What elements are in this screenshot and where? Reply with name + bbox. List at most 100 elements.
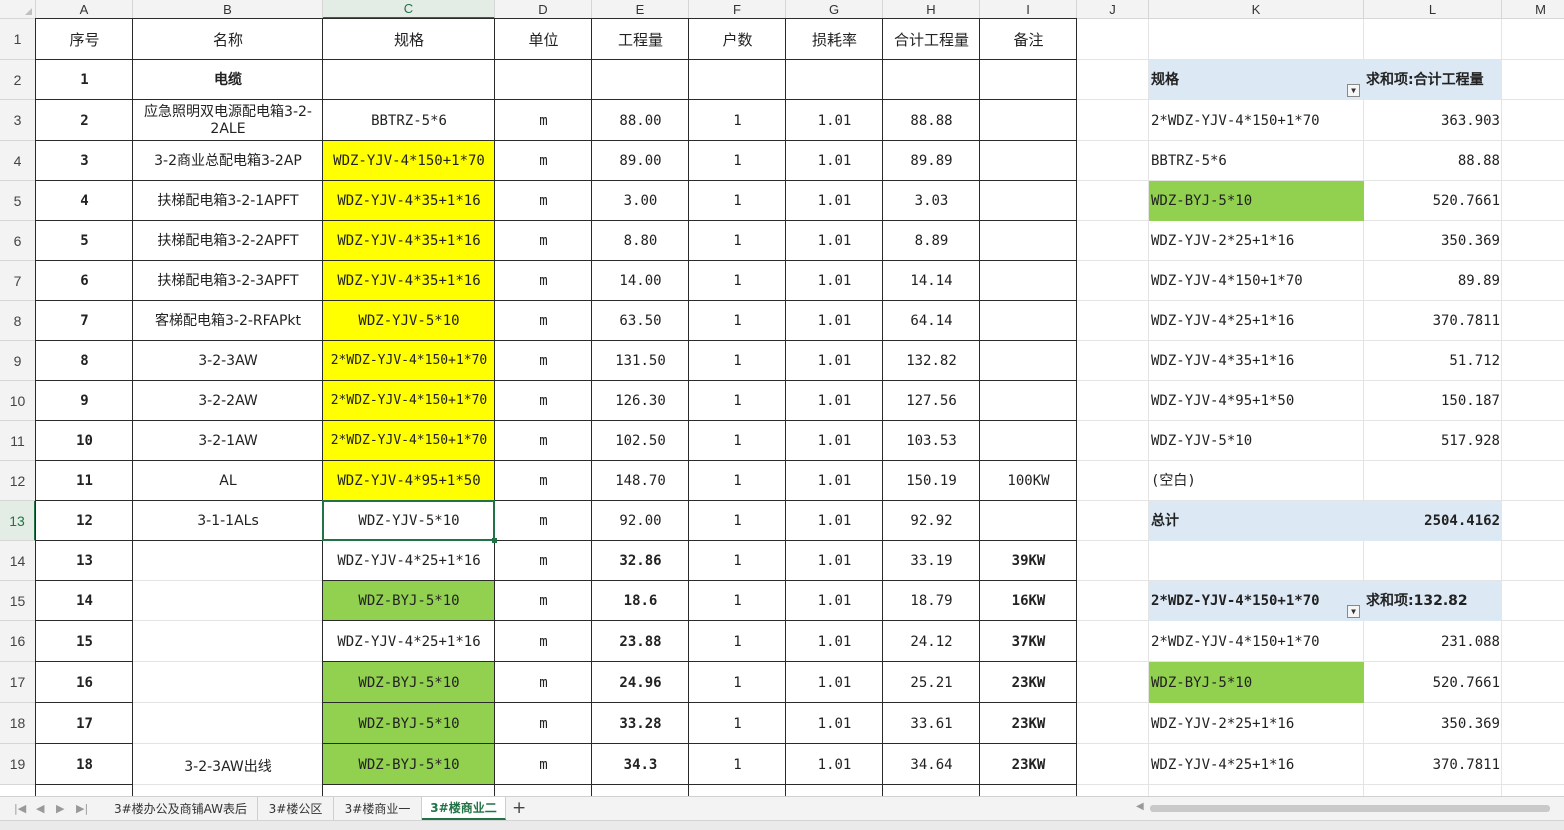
pivot1-spec[interactable]: BBTRZ-5*6 xyxy=(1149,141,1364,181)
cell-d4[interactable]: m xyxy=(495,141,592,181)
filter-dropdown-icon[interactable]: ▼ xyxy=(1347,605,1360,618)
cell-g18[interactable]: 1.01 xyxy=(786,703,883,744)
cell-i19[interactable]: 23KW xyxy=(980,744,1077,785)
cell-f4[interactable]: 1 xyxy=(689,141,786,181)
cell-g1[interactable]: 损耗率 xyxy=(786,19,883,60)
pivot1-total-label[interactable]: 总计 xyxy=(1149,501,1364,541)
pivot2-value[interactable]: 350.369 xyxy=(1364,703,1502,744)
pivot1-value[interactable]: 363.903 xyxy=(1364,100,1502,141)
cell-b2[interactable]: 电缆 xyxy=(133,60,323,100)
cell-d14[interactable]: m xyxy=(495,541,592,581)
row-header-2[interactable]: 2 xyxy=(0,60,36,100)
cell-d15[interactable]: m xyxy=(495,581,592,621)
cell-h11[interactable]: 103.53 xyxy=(883,421,980,461)
cell-d6[interactable]: m xyxy=(495,221,592,261)
pivot2-spec[interactable]: WDZ-BYJ-5*10 xyxy=(1149,662,1364,703)
cell-h3[interactable]: 88.88 xyxy=(883,100,980,141)
pivot2-spec[interactable]: WDZ-YJV-2*25+1*16 xyxy=(1149,703,1364,744)
cell-b4[interactable]: 3-2商业总配电箱3-2AP xyxy=(133,141,323,181)
cell-f13[interactable]: 1 xyxy=(689,501,786,541)
row-header-16[interactable]: 16 xyxy=(0,621,36,662)
column-header-e[interactable]: E xyxy=(592,0,689,19)
column-header-l[interactable]: L xyxy=(1364,0,1502,19)
cell-c10[interactable]: 2*WDZ-YJV-4*150+1*70 xyxy=(323,381,495,421)
cell-b3[interactable]: 应急照明双电源配电箱3-2-2ALE xyxy=(133,100,323,141)
cell-a17[interactable]: 16 xyxy=(36,662,133,703)
pivot1-spec[interactable]: WDZ-YJV-4*95+1*50 xyxy=(1149,381,1364,421)
sheet-tab-office[interactable]: 3#楼办公及商铺AW表后 xyxy=(104,797,258,820)
cell-e5[interactable]: 3.00 xyxy=(592,181,689,221)
cell-e16[interactable]: 23.88 xyxy=(592,621,689,662)
column-header-c[interactable]: C xyxy=(323,0,495,19)
cell-e7[interactable]: 14.00 xyxy=(592,261,689,301)
pivot2-header-spec[interactable]: 2*WDZ-YJV-4*150+1*70 xyxy=(1149,581,1364,621)
pivot1-value[interactable]: 88.88 xyxy=(1364,141,1502,181)
pivot1-spec[interactable]: WDZ-YJV-5*10 xyxy=(1149,421,1364,461)
cell-i14[interactable]: 39KW xyxy=(980,541,1077,581)
cell-b6[interactable]: 扶梯配电箱3-2-2APFT xyxy=(133,221,323,261)
column-header-g[interactable]: G xyxy=(786,0,883,19)
cell-a18[interactable]: 17 xyxy=(36,703,133,744)
cell-e6[interactable]: 8.80 xyxy=(592,221,689,261)
cell-g4[interactable]: 1.01 xyxy=(786,141,883,181)
cell-a7[interactable]: 6 xyxy=(36,261,133,301)
cell-e18[interactable]: 33.28 xyxy=(592,703,689,744)
cell-e8[interactable]: 63.50 xyxy=(592,301,689,341)
cell-h4[interactable]: 89.89 xyxy=(883,141,980,181)
cell-f7[interactable]: 1 xyxy=(689,261,786,301)
cell-a12[interactable]: 11 xyxy=(36,461,133,501)
cell-d7[interactable]: m xyxy=(495,261,592,301)
cell-e1[interactable]: 工程量 xyxy=(592,19,689,60)
cell-i2[interactable] xyxy=(980,60,1077,100)
cell-f19[interactable]: 1 xyxy=(689,744,786,785)
cell-i4[interactable] xyxy=(980,141,1077,181)
cell-f12[interactable]: 1 xyxy=(689,461,786,501)
cell-f8[interactable]: 1 xyxy=(689,301,786,341)
row-header-3[interactable]: 3 xyxy=(0,100,36,141)
cell-a10[interactable]: 9 xyxy=(36,381,133,421)
pivot1-value[interactable]: 517.928 xyxy=(1364,421,1502,461)
pivot2-spec[interactable]: 2*WDZ-YJV-4*150+1*70 xyxy=(1149,621,1364,662)
cell-c15[interactable]: WDZ-BYJ-5*10 xyxy=(323,581,495,621)
cell-d11[interactable]: m xyxy=(495,421,592,461)
cell-h6[interactable]: 8.89 xyxy=(883,221,980,261)
cell-h1[interactable]: 合计工程量 xyxy=(883,19,980,60)
cell-c8[interactable]: WDZ-YJV-5*10 xyxy=(323,301,495,341)
cell-i18[interactable]: 23KW xyxy=(980,703,1077,744)
cell-i17[interactable]: 23KW xyxy=(980,662,1077,703)
cell-c18[interactable]: WDZ-BYJ-5*10 xyxy=(323,703,495,744)
cell-h10[interactable]: 127.56 xyxy=(883,381,980,421)
cell-d5[interactable]: m xyxy=(495,181,592,221)
select-all-corner[interactable] xyxy=(0,0,36,19)
cell-c12[interactable]: WDZ-YJV-4*95+1*50 xyxy=(323,461,495,501)
cell-e19[interactable]: 34.3 xyxy=(592,744,689,785)
pivot1-value[interactable]: 51.712 xyxy=(1364,341,1502,381)
prev-sheet-icon[interactable]: ◀ xyxy=(36,802,44,815)
spreadsheet-grid[interactable]: A B C D E F G H I J K L M 1 2 3 4 5 6 7 8 9 10 11 12 13 14 15 16 17 18… xyxy=(0,0,1564,796)
cell-d16[interactable]: m xyxy=(495,621,592,662)
cell-c7[interactable]: WDZ-YJV-4*35+1*16 xyxy=(323,261,495,301)
cell-e9[interactable]: 131.50 xyxy=(592,341,689,381)
pivot1-spec[interactable]: WDZ-YJV-2*25+1*16 xyxy=(1149,221,1364,261)
cell-h7[interactable]: 14.14 xyxy=(883,261,980,301)
cell-c2[interactable] xyxy=(323,60,495,100)
row-header-15[interactable]: 15 xyxy=(0,581,36,621)
cell-i9[interactable] xyxy=(980,341,1077,381)
row-header-7[interactable]: 7 xyxy=(0,261,36,301)
cell-g11[interactable]: 1.01 xyxy=(786,421,883,461)
cell-h2[interactable] xyxy=(883,60,980,100)
cell-a1[interactable]: 序号 xyxy=(36,19,133,60)
cell-a3[interactable]: 2 xyxy=(36,100,133,141)
cell-i12[interactable]: 100KW xyxy=(980,461,1077,501)
cell-g15[interactable]: 1.01 xyxy=(786,581,883,621)
row-header-14[interactable]: 14 xyxy=(0,541,36,581)
cell-e14[interactable]: 32.86 xyxy=(592,541,689,581)
row-header-5[interactable]: 5 xyxy=(0,181,36,221)
cell-e11[interactable]: 102.50 xyxy=(592,421,689,461)
cell-i10[interactable] xyxy=(980,381,1077,421)
cell-b7[interactable]: 扶梯配电箱3-2-3APFT xyxy=(133,261,323,301)
next-sheet-icon[interactable]: ▶ xyxy=(56,802,64,815)
pivot1-value[interactable]: 150.187 xyxy=(1364,381,1502,421)
cell-d9[interactable]: m xyxy=(495,341,592,381)
cell-h18[interactable]: 33.61 xyxy=(883,703,980,744)
